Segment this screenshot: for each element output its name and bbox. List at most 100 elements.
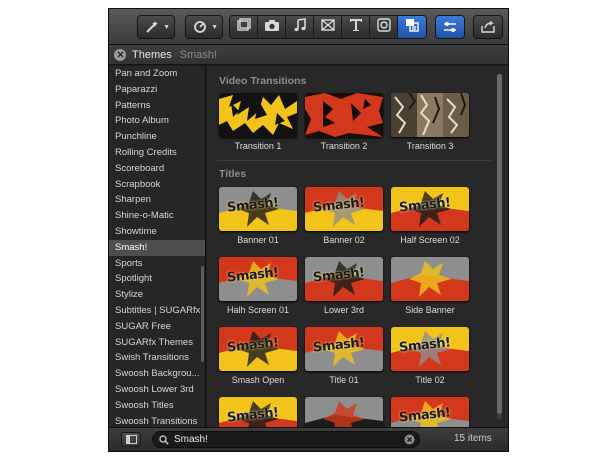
sidebar-item[interactable]: Photo Album	[109, 113, 205, 129]
thumbnail	[391, 257, 469, 301]
tile-label: Banner 02	[323, 235, 365, 245]
thumbnail: Smash!	[305, 327, 383, 371]
item-count: 15 items	[454, 433, 492, 444]
sidebar-item[interactable]: Smash!	[109, 239, 205, 256]
transition-tile[interactable]: Transition 2	[305, 93, 383, 151]
bottom-bar: Smash! 15 items	[109, 427, 508, 451]
inspector-button[interactable]	[435, 15, 465, 39]
sidebar-item[interactable]: Punchline	[109, 129, 205, 145]
tile-label: Transition 3	[406, 141, 454, 151]
tile-label: Title 02	[415, 375, 445, 385]
sidebar-item[interactable]: Swish Transitions	[109, 350, 205, 366]
themes-browser-button[interactable]	[398, 16, 426, 38]
thumbnail	[219, 93, 297, 137]
inspector-icon	[443, 21, 457, 33]
thumbnail: Smash!	[391, 327, 469, 371]
tile-label: Lower 3rd	[323, 305, 365, 315]
title-tile[interactable]: Side Banner	[391, 257, 469, 315]
search-icon	[159, 434, 169, 445]
sidebar-item[interactable]: Sharpen	[109, 192, 205, 208]
header-current-theme: Smash!	[179, 48, 218, 61]
thumbnail: Smash!	[219, 187, 297, 231]
themes-content: Video Transitions Transition 1 Transitio…	[207, 66, 508, 427]
title-tile[interactable]	[305, 397, 383, 427]
search-field[interactable]: Smash!	[152, 431, 420, 448]
title-icon	[349, 18, 363, 37]
section-title: Titles	[219, 168, 247, 180]
sidebar-item[interactable]: Subtitles | SUGARfx	[109, 303, 205, 319]
title-tile[interactable]: Smash! Title 02	[391, 327, 469, 385]
thumbnail: Smash!	[305, 187, 383, 231]
title-tile[interactable]: Smash! Title 01	[305, 327, 383, 385]
sidebar-item[interactable]: Sports	[109, 256, 205, 272]
title-tile[interactable]: Smash! Halh Screen 01	[219, 257, 297, 315]
sidebar-item[interactable]: Swoosh Titles	[109, 398, 205, 414]
content-scrollbar[interactable]	[497, 74, 502, 414]
magic-wand-button[interactable]: ▼	[137, 15, 175, 39]
tile-label: Transition 2	[320, 141, 368, 151]
thumbnail: Smash!	[391, 397, 469, 427]
clear-search-icon[interactable]	[404, 434, 415, 445]
section-divider	[217, 160, 491, 161]
themes-browser-window: ▼ ▼ Themes Smash! Pan and Zoom Paparazzi…	[108, 8, 509, 452]
sidebar-toggle-button[interactable]	[121, 432, 141, 447]
chevron-down-icon: ▼	[211, 24, 218, 31]
title-tile[interactable]: Smash!	[391, 397, 469, 427]
title-tile[interactable]: Smash! Half Screen 02	[391, 187, 469, 245]
sidebar-item[interactable]: Swoosh Lower 3rd	[109, 382, 205, 398]
title-tile[interactable]: Smash! Banner 01	[219, 187, 297, 245]
title-tile[interactable]: Smash! Lower 3rd	[305, 257, 383, 315]
close-icon[interactable]	[114, 48, 126, 61]
transitions-browser-button[interactable]	[314, 16, 342, 38]
toolbar: ▼ ▼	[109, 9, 508, 45]
tile-label: Half Screen 02	[400, 235, 460, 245]
sidebar-item[interactable]: Scrapbook	[109, 177, 205, 193]
thumbnail: Smash!	[219, 397, 297, 427]
magic-wand-icon	[145, 20, 159, 34]
titles-browser-button[interactable]	[342, 16, 370, 38]
thumbnail	[391, 93, 469, 137]
tile-label: Halh Screen 01	[226, 305, 290, 315]
music-browser-button[interactable]	[286, 16, 314, 38]
sidebar-scrollbar[interactable]	[201, 266, 204, 362]
sidebar-item[interactable]: Showtime	[109, 224, 205, 240]
sidebar-item[interactable]: Pan and Zoom	[109, 66, 205, 82]
sidebar-item[interactable]: Rolling Credits	[109, 145, 205, 161]
sidebar-item[interactable]: Stylize	[109, 287, 205, 303]
sidebar-item[interactable]: SUGARfx Themes	[109, 335, 205, 351]
title-tile[interactable]: Smash!	[219, 397, 297, 427]
generators-browser-button[interactable]	[370, 16, 398, 38]
retime-button[interactable]: ▼	[185, 15, 223, 39]
transition-tile[interactable]: Transition 3	[391, 93, 469, 151]
generator-icon	[376, 17, 391, 37]
browser-segmented-control	[229, 15, 427, 39]
sidebar-item[interactable]: Swoosh Transitions	[109, 414, 205, 427]
sidebar-item[interactable]: Paparazzi	[109, 82, 205, 98]
thumbnail	[305, 397, 383, 427]
thumbnail	[305, 93, 383, 137]
tile-label: Side Banner	[405, 305, 455, 315]
title-tile[interactable]: Smash! Banner 02	[305, 187, 383, 245]
browser-header: Themes Smash!	[109, 45, 508, 65]
header-title: Themes	[132, 48, 172, 61]
photos-browser-button[interactable]	[258, 16, 286, 38]
tile-label: Banner 01	[237, 235, 279, 245]
transition-tile[interactable]: Transition 1	[219, 93, 297, 151]
title-tile[interactable]: Smash! Smash Open	[219, 327, 297, 385]
themes-sidebar: Pan and Zoom Paparazzi Patterns Photo Album…	[109, 66, 206, 427]
share-button[interactable]	[473, 15, 503, 39]
thumbnail: Smash!	[305, 257, 383, 301]
clips-browser-button[interactable]	[230, 16, 258, 38]
sidebar-item[interactable]: Patterns	[109, 98, 205, 114]
retime-icon	[193, 20, 207, 34]
sidebar-item[interactable]: Scoreboard	[109, 161, 205, 177]
transitions-icon	[320, 18, 335, 37]
tile-label: Smash Open	[231, 375, 285, 385]
sidebar-item[interactable]: SUGAR Free	[109, 319, 205, 335]
sidebar-item[interactable]: Spotlight	[109, 271, 205, 287]
sidebar-item[interactable]: Swoosh Backgrou...	[109, 366, 205, 382]
tile-label: Transition 1	[234, 141, 282, 151]
sidebar-item[interactable]: Shine-o-Matic	[109, 208, 205, 224]
search-input[interactable]: Smash!	[174, 434, 404, 445]
camera-icon	[264, 18, 280, 37]
